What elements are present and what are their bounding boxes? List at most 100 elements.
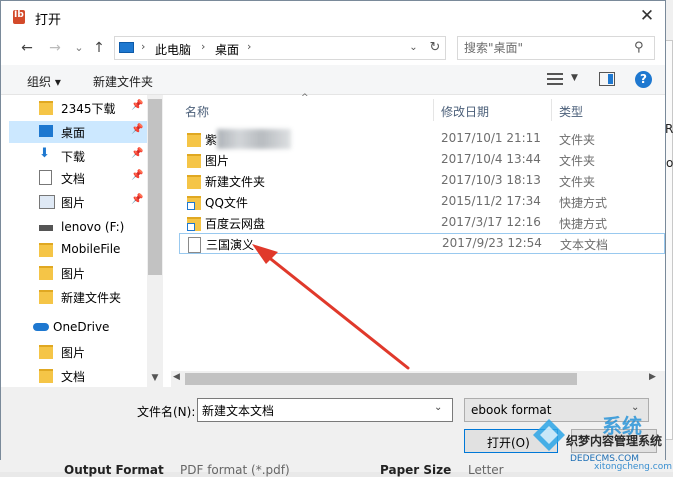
- sidebar-item-mobilefile[interactable]: MobileFile: [9, 239, 147, 261]
- filename-input[interactable]: [202, 403, 422, 417]
- sidebar-item-2345-downloads[interactable]: 2345下载 📌: [9, 97, 147, 119]
- output-format-value[interactable]: PDF format (*.pdf): [180, 463, 290, 477]
- address-dropdown-icon[interactable]: ⌄: [403, 37, 423, 59]
- forward-arrow-icon[interactable]: →: [45, 37, 65, 59]
- view-dropdown-chevron-icon[interactable]: ▼: [571, 73, 578, 83]
- sidebar-item-label: lenovo (F:): [61, 220, 125, 234]
- file-date: 2017/10/1 21:11: [441, 131, 541, 145]
- folder-icon: [39, 290, 53, 304]
- sidebar-scrollbar[interactable]: ▼: [147, 95, 163, 387]
- column-header-type[interactable]: 类型: [559, 103, 583, 120]
- sidebar-item-pictures[interactable]: 图片 📌: [9, 191, 147, 213]
- pin-icon: 📌: [131, 100, 144, 111]
- folder-icon: [187, 154, 201, 168]
- navigation-bar: ← → ⌄ ↑ › 此电脑 › 桌面 › ⌄ ↻ ⚲: [1, 33, 665, 63]
- file-date: 2017/3/17 12:16: [441, 215, 541, 229]
- address-bar[interactable]: › 此电脑 › 桌面 › ⌄ ↻: [114, 36, 446, 60]
- column-header-name[interactable]: 名称: [185, 103, 209, 120]
- file-name: 图片: [205, 154, 230, 168]
- refresh-icon[interactable]: ↻: [425, 37, 445, 59]
- paper-size-value[interactable]: Letter: [468, 463, 504, 477]
- file-row[interactable]: 图片 2017/10/4 13:44 文件夹: [179, 150, 665, 171]
- horizontal-scrollbar[interactable]: ◀ ▶: [171, 371, 665, 387]
- preview-pane-icon[interactable]: [599, 72, 615, 86]
- watermark-title: 织梦内容管理系统: [566, 434, 663, 448]
- filename-combobox[interactable]: ⌄: [197, 398, 453, 422]
- title-bar: 打开 ✕: [1, 1, 665, 33]
- chevron-down-icon[interactable]: ⌄: [434, 402, 442, 413]
- folder-icon: [39, 243, 53, 257]
- watermark-logo: [533, 419, 565, 451]
- dialog-title: 打开: [35, 13, 62, 28]
- sidebar-item-documents[interactable]: 文档 📌: [9, 167, 147, 189]
- pin-icon: 📌: [131, 194, 144, 205]
- folder-icon: [39, 266, 53, 280]
- sidebar-scrollbar-thumb[interactable]: [148, 99, 162, 275]
- column-divider[interactable]: [551, 99, 552, 121]
- pin-icon: 📌: [131, 148, 144, 159]
- help-icon[interactable]: ?: [635, 71, 652, 88]
- file-name: 新建文件夹: [205, 175, 266, 189]
- sidebar-item-onedrive-documents[interactable]: 文档: [9, 365, 147, 387]
- app-icon: [13, 10, 25, 24]
- folder-icon: [187, 175, 201, 189]
- navigation-pane: 2345下载 📌 桌面 📌 ⬇ 下载 📌 文档 📌 图片 📌 lenovo (F…: [1, 95, 163, 387]
- file-type: 文件夹: [559, 154, 596, 168]
- back-arrow-icon[interactable]: ←: [17, 37, 37, 59]
- breadcrumb-desktop[interactable]: 桌面: [215, 41, 239, 58]
- output-format-label: Output Format: [64, 463, 164, 477]
- file-type: 文件夹: [559, 175, 596, 189]
- watermark-site: xitongcheng.com: [594, 462, 672, 472]
- sidebar-item-onedrive[interactable]: OneDrive: [1, 317, 139, 339]
- sidebar-item-desktop[interactable]: 桌面 📌: [9, 121, 147, 143]
- scroll-left-chevron-icon[interactable]: ◀: [173, 372, 180, 382]
- breadcrumb-separator-icon: ›: [141, 40, 146, 53]
- breadcrumb-separator-icon: ›: [247, 40, 252, 53]
- file-type: 文件夹: [559, 133, 596, 147]
- sidebar-item-new-folder[interactable]: 新建文件夹: [9, 286, 147, 308]
- background-edge-text: Re: [665, 122, 673, 136]
- scroll-down-chevron-icon[interactable]: ▼: [147, 373, 163, 387]
- sidebar-item-label: 图片: [61, 267, 86, 281]
- desktop-icon: [39, 125, 53, 137]
- search-box[interactable]: ⚲: [457, 36, 655, 60]
- file-row[interactable]: 新建文件夹 2017/10/3 18:13 文件夹: [179, 171, 665, 192]
- sidebar-item-pictures-folder[interactable]: 图片: [9, 262, 147, 284]
- file-name: 紫: [205, 133, 218, 147]
- file-name: QQ文件: [205, 196, 248, 210]
- sidebar-item-lenovo-drive[interactable]: lenovo (F:): [9, 217, 147, 239]
- new-folder-button[interactable]: 新建文件夹: [93, 73, 153, 90]
- folder-icon: [187, 133, 201, 147]
- search-icon[interactable]: ⚲: [634, 40, 644, 55]
- text-document-icon: [188, 237, 201, 253]
- file-date: 2015/11/2 17:34: [441, 194, 541, 208]
- file-type: 文本文档: [560, 238, 609, 252]
- file-row[interactable]: 百度云网盘 2017/3/17 12:16 快捷方式: [179, 213, 665, 234]
- shortcut-icon: [187, 217, 201, 231]
- sidebar-item-downloads[interactable]: ⬇ 下载 📌: [9, 145, 147, 167]
- horizontal-scrollbar-thumb[interactable]: [185, 373, 577, 385]
- view-options-icon[interactable]: [547, 73, 563, 85]
- background-edge-text: o: [666, 156, 673, 170]
- column-header-date[interactable]: 修改日期: [441, 103, 489, 120]
- recent-locations-chevron-icon[interactable]: ⌄: [69, 37, 89, 59]
- file-row-selected[interactable]: 三国演义 2017/9/23 12:54 文本文档: [179, 233, 665, 254]
- close-button[interactable]: ✕: [629, 1, 665, 33]
- scroll-right-chevron-icon[interactable]: ▶: [649, 372, 656, 382]
- file-name: 三国演义: [206, 238, 255, 252]
- search-input[interactable]: [464, 41, 624, 55]
- file-row[interactable]: QQ文件 2015/11/2 17:34 快捷方式: [179, 192, 665, 213]
- organize-button[interactable]: 组织 ▾: [27, 73, 61, 90]
- sidebar-item-onedrive-pictures[interactable]: 图片: [9, 341, 147, 363]
- sidebar-item-label: 图片: [61, 196, 86, 210]
- paper-size-label: Paper Size: [380, 463, 452, 477]
- file-date: 2017/10/4 13:44: [441, 152, 541, 166]
- picture-icon: [39, 195, 55, 209]
- column-divider[interactable]: [433, 99, 434, 121]
- document-icon: [39, 170, 52, 185]
- breadcrumb-this-pc[interactable]: 此电脑: [155, 41, 191, 58]
- file-date: 2017/9/23 12:54: [442, 236, 542, 250]
- up-arrow-icon[interactable]: ↑: [89, 37, 109, 59]
- onedrive-icon: [33, 323, 49, 331]
- file-row[interactable]: 紫 2017/10/1 21:11 文件夹: [179, 129, 665, 150]
